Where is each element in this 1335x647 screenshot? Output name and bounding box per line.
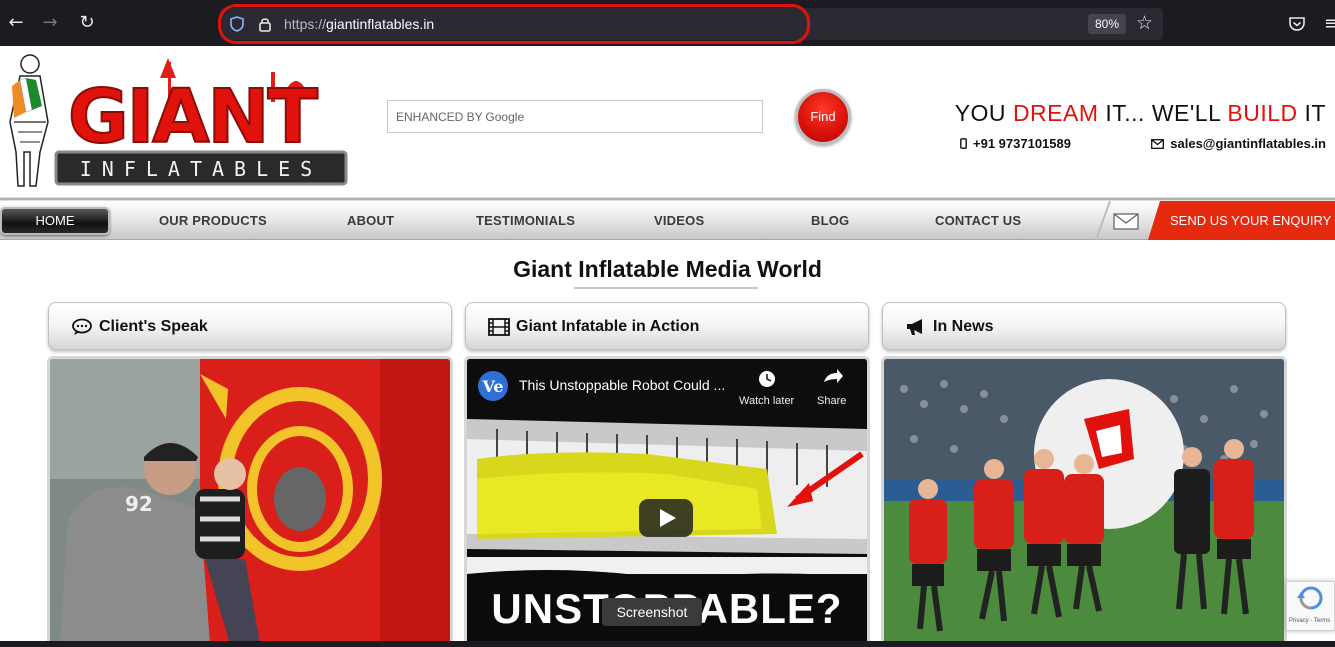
- envelope-icon: [1151, 139, 1165, 149]
- recaptcha-icon: [1297, 586, 1323, 610]
- screenshot-tooltip: Screenshot: [602, 598, 702, 626]
- nav-videos[interactable]: VIDEOS: [654, 213, 704, 228]
- find-button[interactable]: Find: [795, 89, 851, 145]
- nav-home[interactable]: HOME: [0, 207, 110, 235]
- card-title: Giant Infatable in Action: [516, 318, 700, 335]
- video-title[interactable]: This Unstoppable Robot Could ...: [519, 377, 725, 393]
- mascot-figure: [9, 54, 49, 187]
- megaphone-icon: [907, 319, 922, 335]
- card-header-clients-speak[interactable]: Client's Speak: [48, 302, 452, 350]
- site-logo[interactable]: GIANT INFLATABLES: [6, 52, 351, 190]
- mail-icon[interactable]: [1088, 201, 1158, 240]
- nav-blog[interactable]: BLOG: [811, 213, 849, 228]
- back-icon[interactable]: ←: [6, 13, 26, 33]
- watch-later-button[interactable]: Watch later: [739, 395, 794, 407]
- card-header-in-news[interactable]: In News: [882, 302, 1286, 350]
- contact-email[interactable]: sales@giantinflatables.in: [1151, 136, 1326, 151]
- browser-toolbar: ← → ↻ https://giantinflatables.in 80% ☆ …: [0, 0, 1335, 46]
- card-header-inflatable-in-action[interactable]: Giant Infatable in Action: [465, 302, 869, 350]
- nav-about[interactable]: ABOUT: [347, 213, 394, 228]
- logo-subtitle: INFLATABLES: [80, 157, 322, 181]
- recaptcha-badge[interactable]: Privacy - Terms: [1286, 581, 1335, 631]
- search-hint: ENHANCED BY Google: [396, 110, 525, 124]
- clients-speak-photo[interactable]: 92: [47, 356, 453, 647]
- title-underline: [574, 287, 758, 289]
- logo-wordmark: GIANT: [68, 74, 318, 160]
- tagline: YOU DREAM IT... WE'LL BUILD IT: [954, 100, 1326, 126]
- phone-icon: [960, 138, 967, 149]
- pocket-icon[interactable]: [1288, 15, 1306, 33]
- bottom-taskbar: [0, 641, 1335, 647]
- nav-testimonials[interactable]: TESTIMONIALS: [476, 213, 575, 228]
- zoom-level-button[interactable]: 80%: [1088, 14, 1126, 34]
- in-news-photo[interactable]: [881, 356, 1287, 647]
- film-icon: [488, 318, 510, 336]
- nav-our-products[interactable]: OUR PRODUCTS: [159, 213, 267, 228]
- recaptcha-links[interactable]: Privacy - Terms: [1287, 618, 1334, 624]
- url-highlight-annotation: [218, 4, 810, 44]
- comment-icon: [72, 318, 92, 335]
- card-title: In News: [933, 318, 994, 335]
- search-input[interactable]: ENHANCED BY Google: [387, 100, 763, 133]
- contact-phone[interactable]: +91 9737101589: [960, 136, 1071, 151]
- share-button[interactable]: Share: [817, 395, 846, 407]
- svg-text:92: 92: [125, 492, 153, 516]
- nav-contact-us[interactable]: CONTACT US: [935, 213, 1021, 228]
- bookmark-star-icon[interactable]: ☆: [1136, 13, 1156, 33]
- reload-icon[interactable]: ↻: [77, 13, 97, 33]
- svg-text:Ve: Ve: [481, 377, 503, 396]
- section-title: Giant Inflatable Media World: [513, 256, 822, 282]
- send-enquiry-button[interactable]: SEND US YOUR ENQUIRY: [1148, 201, 1335, 240]
- menu-icon[interactable]: ≡: [1324, 13, 1335, 34]
- forward-icon[interactable]: →: [40, 13, 60, 33]
- card-title: Client's Speak: [99, 318, 208, 335]
